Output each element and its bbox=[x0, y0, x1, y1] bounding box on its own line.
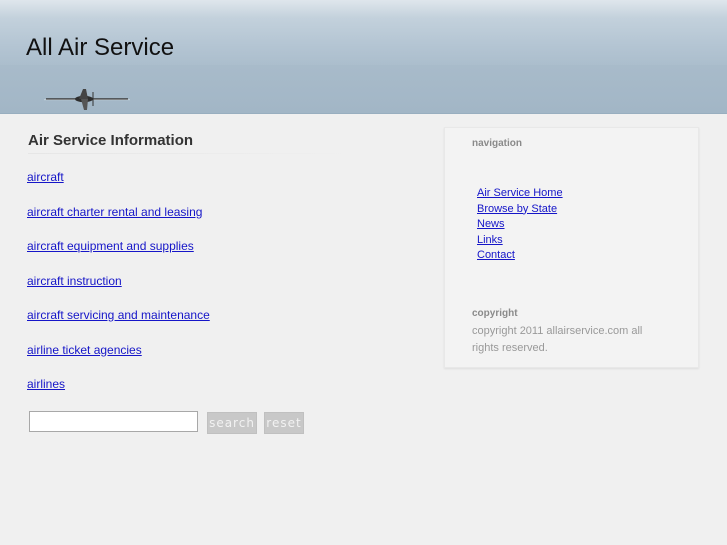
navigation-heading: navigation bbox=[472, 138, 523, 149]
list-item: airline ticket agencies bbox=[27, 341, 210, 376]
list-item: aircraft charter rental and leasing bbox=[27, 203, 210, 238]
list-item: Links bbox=[477, 230, 563, 246]
list-item: Air Service Home bbox=[477, 183, 563, 199]
list-item: aircraft equipment and supplies bbox=[27, 237, 210, 272]
main-heading: Air Service Information bbox=[28, 132, 194, 149]
category-link-airlines[interactable]: airlines bbox=[27, 377, 65, 391]
search-input[interactable] bbox=[29, 411, 198, 432]
category-link-ticket-agencies[interactable]: airline ticket agencies bbox=[27, 343, 142, 357]
category-link-charter[interactable]: aircraft charter rental and leasing bbox=[27, 205, 202, 219]
nav-link-news[interactable]: News bbox=[477, 218, 505, 230]
search-button[interactable]: search bbox=[207, 412, 257, 434]
list-item: Contact bbox=[477, 245, 563, 261]
list-item: News bbox=[477, 214, 563, 230]
category-link-instruction[interactable]: aircraft instruction bbox=[27, 274, 122, 288]
copyright-heading: copyright bbox=[472, 308, 518, 319]
nav-link-links[interactable]: Links bbox=[477, 234, 503, 246]
nav-link-contact[interactable]: Contact bbox=[477, 249, 515, 261]
list-item: aircraft instruction bbox=[27, 272, 210, 307]
category-link-aircraft[interactable]: aircraft bbox=[27, 170, 64, 184]
category-list: aircraft aircraft charter rental and lea… bbox=[27, 168, 210, 410]
list-item: Browse by State bbox=[477, 199, 563, 215]
site-title: All Air Service bbox=[26, 34, 175, 61]
airplane-icon bbox=[44, 89, 130, 110]
category-link-equipment[interactable]: aircraft equipment and supplies bbox=[27, 239, 194, 253]
list-item: aircraft bbox=[27, 168, 210, 203]
list-item: airlines bbox=[27, 375, 210, 410]
nav-link-home[interactable]: Air Service Home bbox=[477, 187, 563, 199]
list-item: aircraft servicing and maintenance bbox=[27, 306, 210, 341]
category-link-servicing[interactable]: aircraft servicing and maintenance bbox=[27, 308, 210, 322]
nav-link-browse-by-state[interactable]: Browse by State bbox=[477, 203, 557, 215]
copyright-text: copyright 2011 allairservice.com all rig… bbox=[472, 325, 643, 354]
navigation-list: Air Service Home Browse by State News Li… bbox=[477, 183, 563, 261]
heading-divider bbox=[28, 153, 358, 154]
site-header: All Air Service bbox=[0, 0, 727, 114]
reset-button[interactable]: reset bbox=[264, 412, 304, 434]
sidebar-panel: navigation Air Service Home Browse by St… bbox=[444, 127, 699, 368]
